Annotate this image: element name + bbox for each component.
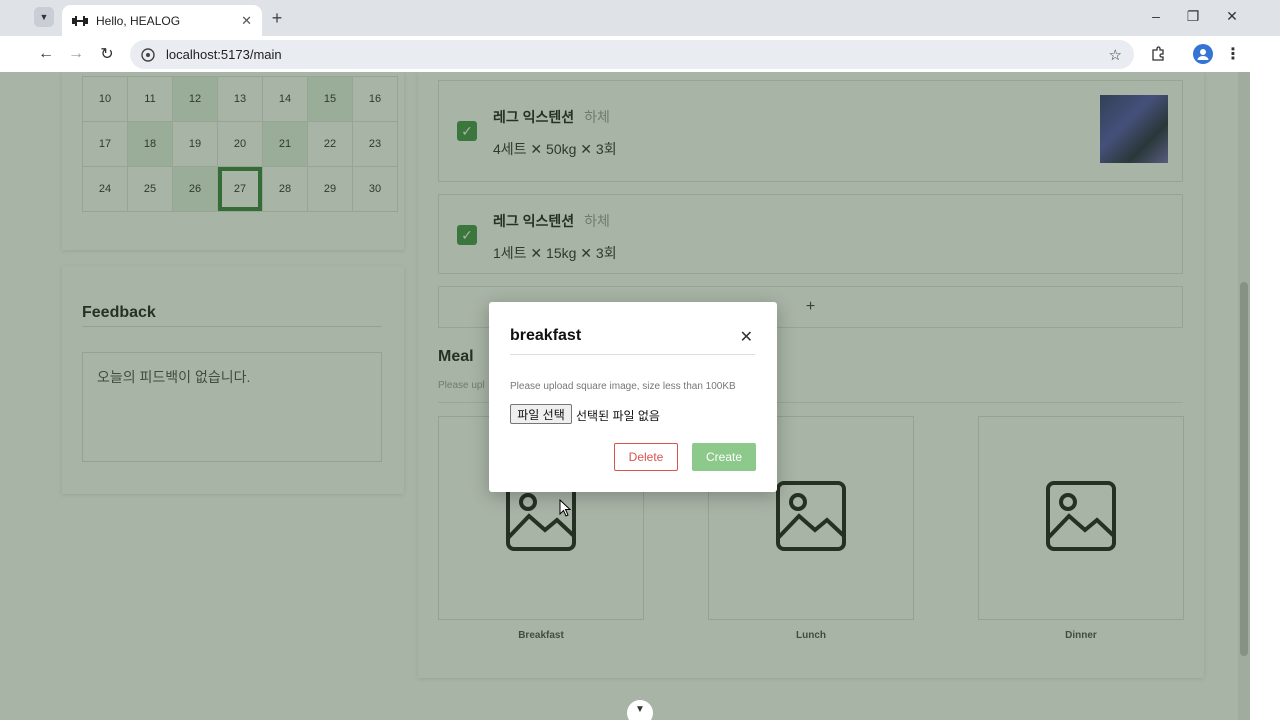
upload-hint: Please upload square image, size less th… — [510, 381, 736, 392]
bookmark-star-icon[interactable]: ☆ — [1109, 46, 1122, 64]
new-tab-button[interactable]: + — [266, 7, 288, 29]
more-menu-icon[interactable]: ⋮ — [1223, 44, 1243, 64]
chevron-down-icon: ▼ — [635, 704, 645, 715]
restore-icon[interactable]: ❐ — [1181, 8, 1205, 25]
window-edge — [1250, 72, 1280, 720]
tab-search-button[interactable]: ▼ — [34, 7, 54, 27]
devtools-toggle-button[interactable]: ▼ — [627, 700, 653, 720]
chevron-down-icon: ▼ — [39, 12, 49, 22]
mouse-cursor-icon — [559, 498, 572, 522]
back-arrow-icon[interactable]: ← — [36, 44, 56, 64]
forward-arrow-icon[interactable]: → — [66, 44, 86, 64]
file-status-text: 선택된 파일 없음 — [576, 409, 660, 423]
address-bar[interactable]: localhost:5173/main ☆ — [130, 40, 1134, 69]
browser-tab-strip: ▼ Hello, HEALOG ✕ + – ❐ ✕ — [0, 0, 1280, 36]
site-info-icon[interactable] — [140, 47, 156, 63]
tab-title: Hello, HEALOG — [96, 13, 181, 28]
window-close-icon[interactable]: ✕ — [1220, 8, 1244, 25]
modal-title: breakfast — [510, 327, 582, 344]
dumbbell-icon — [72, 13, 88, 29]
reload-icon[interactable]: ↻ — [97, 44, 117, 64]
extensions-icon[interactable] — [1148, 44, 1168, 64]
url-text: localhost:5173/main — [166, 47, 282, 62]
divider — [510, 354, 755, 355]
browser-tab[interactable]: Hello, HEALOG ✕ — [62, 5, 262, 36]
profile-avatar-icon[interactable] — [1193, 44, 1213, 64]
create-button[interactable]: Create — [692, 443, 756, 471]
browser-toolbar: ← → ↻ localhost:5173/main ☆ ⋮ — [0, 36, 1280, 72]
minimize-icon[interactable]: – — [1144, 8, 1168, 24]
delete-button[interactable]: Delete — [614, 443, 678, 471]
choose-file-button[interactable]: 파일 선택 — [510, 404, 572, 424]
close-icon[interactable]: ✕ — [241, 13, 252, 29]
close-icon[interactable]: ✕ — [740, 327, 753, 347]
upload-modal: breakfast ✕ Please upload square image, … — [489, 302, 777, 492]
